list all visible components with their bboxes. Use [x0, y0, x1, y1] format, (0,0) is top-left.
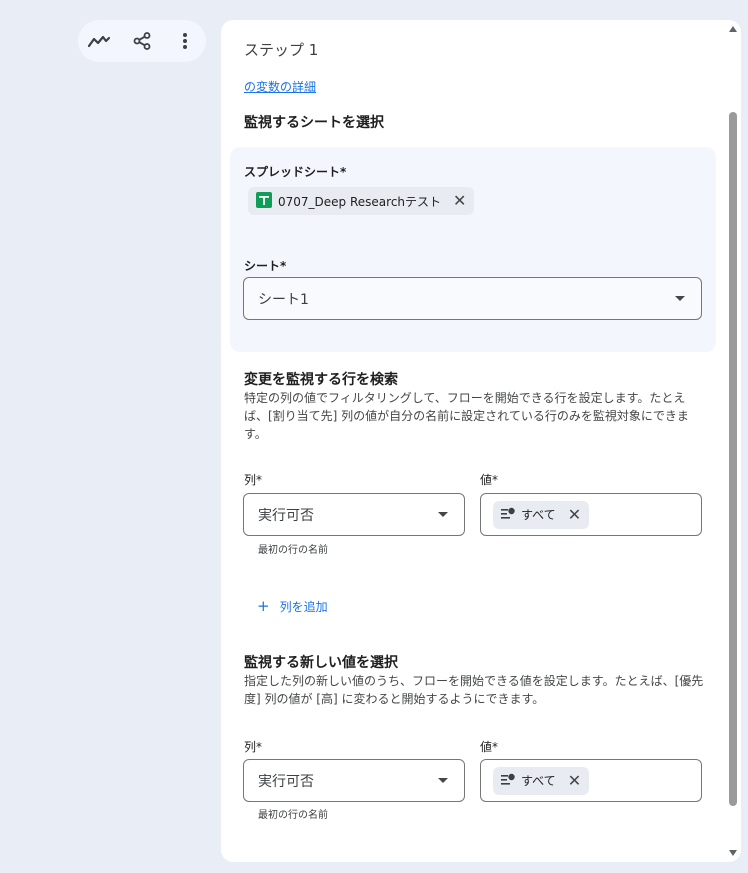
more-vert-icon[interactable]: [170, 26, 200, 56]
column-select[interactable]: 実行可否: [243, 493, 465, 536]
step-title: ステップ 1: [244, 41, 319, 59]
value-select[interactable]: すべて ✕: [480, 759, 702, 802]
chevron-down-icon: [675, 296, 685, 301]
trend-icon[interactable]: [84, 26, 114, 56]
add-column-button[interactable]: + 列を追加: [257, 597, 328, 615]
sheet-label: シート*: [244, 259, 287, 273]
value-chip-label: すべて: [521, 508, 556, 522]
chevron-down-icon: [438, 512, 448, 517]
value-label: 値*: [480, 473, 499, 487]
row-filter-heading: 変更を監視する行を検索: [244, 372, 398, 388]
sheet-select[interactable]: シート1: [243, 277, 702, 320]
value-chip[interactable]: すべて ✕: [493, 766, 590, 795]
spreadsheet-name: 0707_Deep Researchテスト: [278, 194, 442, 209]
close-icon[interactable]: ✕: [453, 193, 466, 209]
value-chip-label: すべて: [521, 774, 556, 788]
close-icon[interactable]: ✕: [568, 506, 581, 523]
new-value-description: 指定した列の新しい値のうち、フローを開始できる値を設定します。たとえば、[優先度…: [244, 674, 704, 706]
close-icon[interactable]: ✕: [568, 772, 581, 789]
step-config-panel: ステップ 1 の変数の詳細 監視するシートを選択 スプレッドシート* 0707_…: [221, 20, 741, 862]
filter-all-icon: [501, 773, 515, 788]
variables-detail-link[interactable]: の変数の詳細: [244, 78, 316, 95]
sheet-select-value: シート1: [258, 291, 309, 308]
value-chip[interactable]: すべて ✕: [493, 500, 590, 529]
share-icon[interactable]: [127, 26, 157, 56]
row-filter-description: 特定の列の値でフィルタリングして、フローを開始できる行を設定します。たとえば、[…: [244, 391, 689, 441]
scroll-down-arrow-icon[interactable]: [729, 850, 737, 856]
column-select-value: 実行可否: [258, 507, 314, 524]
scrollbar-thumb[interactable]: [729, 112, 737, 806]
filter-all-icon: [501, 507, 515, 522]
value-label: 値*: [480, 740, 499, 754]
column-select[interactable]: 実行可否: [243, 759, 465, 802]
column-label: 列*: [244, 473, 263, 487]
flow-toolbar: [78, 20, 206, 62]
add-icon: +: [257, 597, 270, 615]
spreadsheet-label: スプレッドシート*: [244, 165, 347, 179]
spreadsheet-chip[interactable]: 0707_Deep Researchテスト ✕: [248, 187, 475, 215]
column-helper-text: 最初の行の名前: [258, 810, 328, 821]
column-helper-text: 最初の行の名前: [258, 545, 328, 556]
scrollbar[interactable]: [725, 20, 741, 862]
new-value-heading: 監視する新しい値を選択: [244, 655, 398, 671]
add-column-label: 列を追加: [279, 599, 328, 614]
value-select[interactable]: すべて ✕: [480, 493, 702, 536]
google-sheets-icon: [256, 191, 272, 211]
chevron-down-icon: [438, 778, 448, 783]
select-sheet-heading: 監視するシートを選択: [244, 115, 384, 131]
column-label: 列*: [244, 740, 263, 754]
column-select-value: 実行可否: [258, 773, 314, 790]
sheet-selection-card: スプレッドシート* 0707_Deep Researchテスト ✕ シート* シ…: [230, 147, 716, 352]
scroll-up-arrow-icon[interactable]: [729, 26, 737, 32]
